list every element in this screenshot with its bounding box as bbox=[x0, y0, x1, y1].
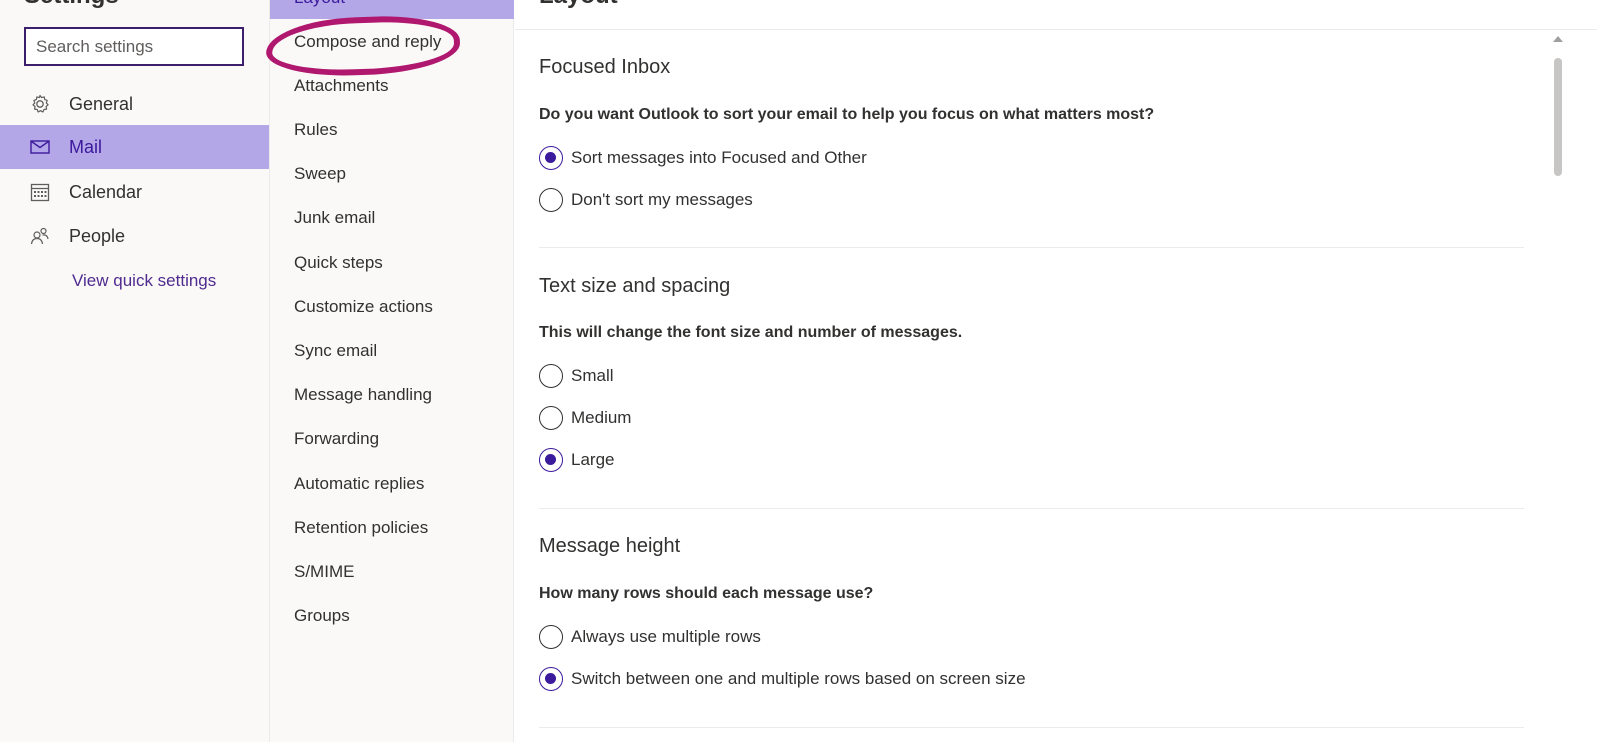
nav-item-general[interactable]: General bbox=[0, 82, 269, 126]
mid-nav-item-rules[interactable]: Rules bbox=[294, 120, 337, 140]
mid-nav-item-groups[interactable]: Groups bbox=[294, 606, 350, 626]
scroll-up-arrow-icon[interactable] bbox=[1553, 36, 1563, 42]
settings-title: Settings bbox=[24, 0, 119, 8]
radio-label: Switch between one and multiple rows bas… bbox=[571, 669, 1026, 688]
text-size-heading: Text size and spacing bbox=[539, 275, 731, 297]
mid-nav-item-smime[interactable]: S/MIME bbox=[294, 562, 354, 582]
people-icon bbox=[30, 227, 49, 245]
radio-label: Always use multiple rows bbox=[571, 627, 761, 646]
mid-nav-item-customize-actions[interactable]: Customize actions bbox=[294, 297, 433, 317]
header-divider bbox=[515, 29, 1597, 30]
mid-nav-item-compose-and-reply[interactable]: Compose and reply bbox=[294, 32, 441, 52]
focused-inbox-heading: Focused Inbox bbox=[539, 56, 671, 78]
section-divider bbox=[539, 508, 1524, 509]
view-quick-settings-link[interactable]: View quick settings bbox=[72, 271, 216, 291]
radio-dont-sort[interactable]: Don't sort my messages bbox=[539, 187, 753, 213]
radio-text-medium[interactable]: Medium bbox=[539, 405, 631, 431]
mail-icon bbox=[30, 140, 50, 154]
radio-label: Large bbox=[571, 450, 615, 469]
nav-item-mail[interactable]: Mail bbox=[0, 125, 269, 169]
nav-item-general-label: General bbox=[69, 93, 134, 114]
radio-multiple-rows[interactable]: Always use multiple rows bbox=[539, 624, 761, 650]
radio-label: Sort messages into Focused and Other bbox=[571, 148, 867, 167]
mail-settings-nav: Layout Compose and reply Attachments Rul… bbox=[270, 0, 514, 742]
nav-item-calendar-label: Calendar bbox=[69, 181, 143, 202]
page-title: Layout bbox=[539, 0, 618, 8]
mid-nav-item-sync-email[interactable]: Sync email bbox=[294, 341, 377, 361]
radio-button[interactable] bbox=[539, 625, 563, 649]
nav-item-mail-label: Mail bbox=[69, 136, 103, 157]
mid-nav-item-junk-email[interactable]: Junk email bbox=[294, 208, 375, 228]
nav-item-people[interactable]: People bbox=[0, 214, 269, 258]
focused-inbox-question: Do you want Outlook to sort your email t… bbox=[539, 106, 1155, 123]
mid-nav-item-automatic-replies[interactable]: Automatic replies bbox=[294, 474, 424, 494]
message-height-heading: Message height bbox=[539, 535, 681, 557]
mid-nav-item-forwarding[interactable]: Forwarding bbox=[294, 429, 379, 449]
radio-sort-focused-other[interactable]: Sort messages into Focused and Other bbox=[539, 145, 867, 171]
nav-item-people-label: People bbox=[69, 225, 126, 246]
gear-icon bbox=[32, 94, 49, 113]
settings-nav: Settings General Mail Calendar bbox=[0, 0, 270, 742]
search-settings-input[interactable] bbox=[24, 27, 244, 66]
radio-button-checked[interactable] bbox=[539, 448, 563, 472]
radio-button-checked[interactable] bbox=[539, 667, 563, 691]
radio-label: Medium bbox=[571, 408, 632, 427]
layout-settings-panel: Layout Focused Inbox Do you want Outlook… bbox=[515, 0, 1597, 742]
mid-nav-item-attachments[interactable]: Attachments bbox=[294, 76, 389, 96]
calendar-icon bbox=[30, 183, 50, 202]
mid-nav-item-message-handling[interactable]: Message handling bbox=[294, 385, 432, 405]
mid-nav-item-sweep[interactable]: Sweep bbox=[294, 164, 346, 184]
radio-text-small[interactable]: Small bbox=[539, 363, 614, 389]
radio-button[interactable] bbox=[539, 406, 563, 430]
radio-label: Small bbox=[571, 366, 614, 385]
radio-switch-rows[interactable]: Switch between one and multiple rows bas… bbox=[539, 666, 1026, 692]
mid-nav-item-layout-label: Layout bbox=[294, 0, 345, 8]
radio-text-large[interactable]: Large bbox=[539, 447, 614, 473]
nav-item-calendar[interactable]: Calendar bbox=[0, 170, 269, 214]
section-divider bbox=[539, 727, 1524, 728]
radio-button-checked[interactable] bbox=[539, 146, 563, 170]
scrollbar-thumb[interactable] bbox=[1554, 58, 1562, 176]
message-height-question: How many rows should each message use? bbox=[539, 585, 874, 602]
radio-label: Don't sort my messages bbox=[571, 190, 753, 209]
section-divider bbox=[539, 247, 1524, 248]
radio-button[interactable] bbox=[539, 364, 563, 388]
radio-button[interactable] bbox=[539, 188, 563, 212]
mid-nav-item-retention-policies[interactable]: Retention policies bbox=[294, 518, 428, 538]
text-size-question: This will change the font size and numbe… bbox=[539, 324, 963, 341]
mid-nav-item-layout[interactable]: Layout bbox=[270, 0, 514, 19]
mid-nav-item-quick-steps[interactable]: Quick steps bbox=[294, 253, 383, 273]
